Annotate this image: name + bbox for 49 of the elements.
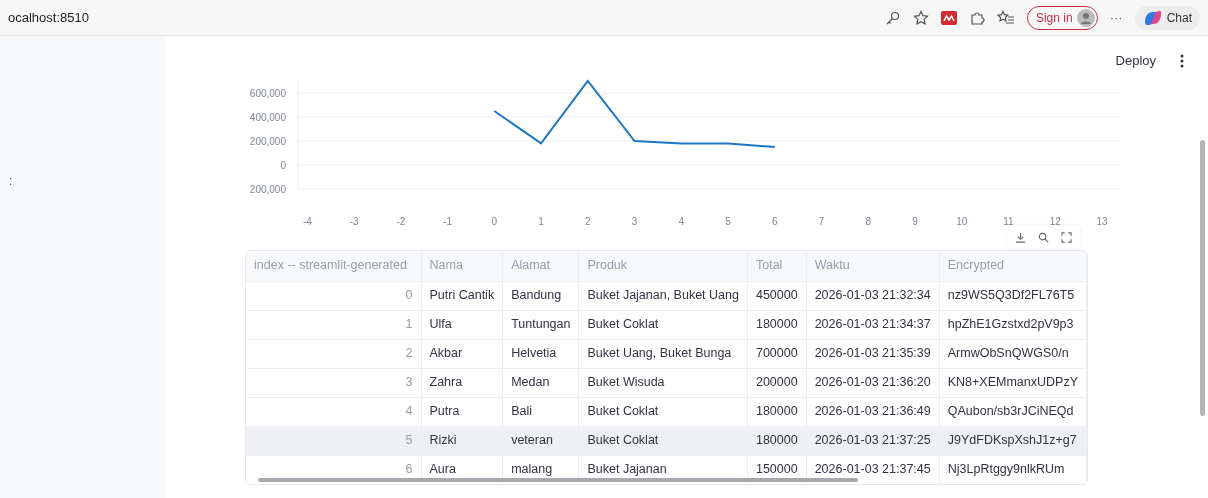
vertical-scrollbar[interactable] [1200, 140, 1205, 416]
axis-label: 8 [865, 216, 872, 227]
axis-label: 12 [1049, 216, 1061, 227]
puzzle-icon[interactable] [968, 9, 985, 26]
axis-label: 7 [818, 216, 825, 227]
axis-label: 10 [956, 216, 968, 227]
axis-label: -2 [396, 216, 406, 227]
favorites-icon[interactable] [996, 9, 1015, 26]
axis-label: 2 [585, 216, 591, 227]
deploy-button[interactable]: Deploy [1115, 51, 1156, 71]
axis-label: 4 [678, 216, 685, 227]
table-row[interactable]: 1 Ulfa Tuntungan Buket Coklat 180000 2026-01-03 21:34:37 hpZhE1Gzstxd2pV9p3 [246, 310, 1087, 339]
copilot-icon [1142, 9, 1163, 26]
axis-label: -1 [443, 216, 453, 227]
axis-label: 200,000 [249, 184, 286, 195]
axis-label: 3 [631, 216, 638, 227]
axis-label: 6 [772, 216, 778, 227]
address-bar[interactable]: ocalhost:8510 [8, 7, 89, 28]
axis-label: 600,000 [249, 88, 286, 99]
axis-label: 5 [725, 216, 731, 227]
table-row[interactable]: 3 Zahra Medan Buket Wisuda 200000 2026-01-03 21:36:20 KN8+XEMmanxUDPzY [246, 368, 1087, 397]
axis-label: 13 [1096, 216, 1108, 227]
extension-icon[interactable] [940, 10, 957, 25]
axis-label: 0 [491, 216, 498, 227]
avatar-icon [1076, 8, 1095, 27]
search-icon[interactable] [1038, 231, 1049, 243]
table-cell: Nj3LpRtggy9nlkRUm [939, 455, 1087, 484]
key-icon[interactable] [884, 9, 901, 26]
table-row[interactable]: 2 Akbar Helvetia Buket Uang, Buket Bunga 700000 2026-01-03 21:35:39 ArmwObSnQWGS0/n [246, 339, 1087, 368]
table-row[interactable]: 4 Putra Bali Buket Coklat 180000 2026-01-03 21:36:49 QAubon/sb3rJCiNEQd [246, 397, 1087, 426]
star-icon[interactable] [912, 9, 929, 26]
more-button[interactable]: ··· [1109, 7, 1123, 28]
table-row[interactable]: 0 Putri Cantik Bandung Buket Jajanan, Buket Uang 450000 2026-01-03 21:32:34 nz9WS5Q3Df2FL76T5 [246, 281, 1087, 310]
table-row[interactable]: 6 Aura malang Buket Jajanan 150000 2026-01-03 21:37:45 Nj3LpRtggy9nlkRUm [246, 455, 1087, 484]
axis-label: 11 [1003, 216, 1014, 227]
axis-label: 200,000 [249, 136, 286, 147]
axis-label: 1 [538, 216, 544, 227]
axis-label: -4 [302, 216, 312, 227]
download-icon[interactable] [1015, 231, 1026, 243]
sidebar-toggle[interactable]: : [9, 174, 13, 188]
axis-label: 0 [280, 160, 286, 171]
fullscreen-icon[interactable] [1061, 231, 1072, 243]
axis-label: 9 [912, 216, 918, 227]
table-row[interactable]: 5 Rizki veteran Buket Coklat 180000 2026-01-03 21:37:25 J9YdFDKspXshJ1z+g7 [246, 426, 1087, 455]
kebab-menu-icon[interactable] [1180, 54, 1184, 68]
horizontal-scrollbar[interactable] [258, 478, 858, 482]
chat-button[interactable]: Chat [1134, 5, 1200, 30]
axis-label: 400,000 [249, 112, 286, 123]
axis-label: -3 [349, 216, 359, 227]
